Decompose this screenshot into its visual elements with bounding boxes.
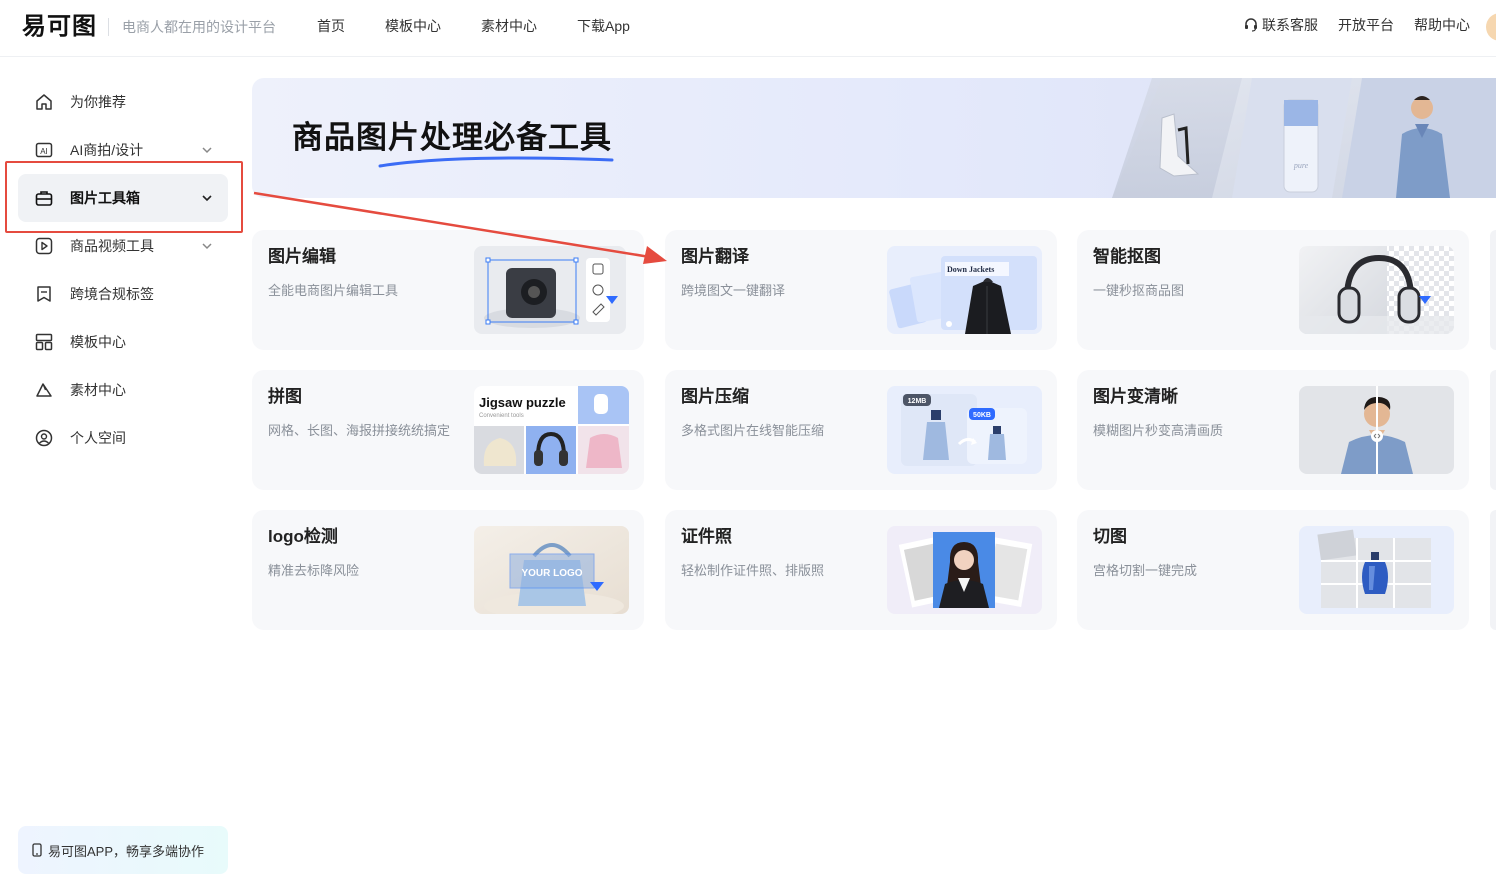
tool-card-image-edit[interactable]: 图片编辑 全能电商图片编辑工具 (252, 230, 644, 350)
headset-icon (1245, 18, 1257, 32)
tool-card-thumbnail (1299, 246, 1454, 334)
sidebar-item-personal-space[interactable]: 个人空间 (18, 414, 228, 462)
tool-card-thumbnail (1299, 386, 1454, 474)
contact-service-label: 联系客服 (1262, 17, 1318, 33)
tool-card-smart-cutout[interactable]: 智能抠图 一键秒抠商品图 (1077, 230, 1469, 350)
sidebar-item-label: 模板中心 (70, 334, 126, 350)
app-promo-label: 易可图APP，畅享多端协作 (48, 843, 205, 859)
logo[interactable]: 易可图 (22, 12, 97, 42)
thumb-text: Jigsaw puzzle (479, 395, 566, 410)
sidebar-item-image-toolbox[interactable]: 图片工具箱 (18, 174, 228, 222)
contact-service-link[interactable]: 联系客服 (1244, 16, 1318, 34)
tool-card-title: 图片变清晰 (1093, 387, 1178, 406)
sidebar-item-compliance-label[interactable]: 跨境合规标签 (18, 270, 228, 318)
tool-card-title: 图片编辑 (268, 247, 336, 266)
tool-card-logo-detect[interactable]: logo检测 精准去标降风险 YOUR LOGO (252, 510, 644, 630)
logo-divider (108, 18, 109, 36)
sidebar-item-label: 个人空间 (70, 430, 126, 446)
thumb-text: YOUR LOGO (521, 568, 582, 579)
sidebar-item-templates[interactable]: 模板中心 (18, 318, 228, 366)
top-bar: 易可图 电商人都在用的设计平台 首页 模板中心 素材中心 下载App 联系客服 … (0, 0, 1496, 57)
tool-card-edge (1490, 230, 1496, 350)
slogan: 电商人都在用的设计平台 (122, 19, 276, 35)
tool-card-thumbnail: Jigsaw puzzle Convenient tools (474, 386, 629, 474)
tool-card-thumbnail: YOUR LOGO (474, 526, 629, 614)
sidebar-item-label: 图片工具箱 (70, 190, 140, 206)
sidebar-item-label: 素材中心 (70, 382, 126, 398)
template-icon (34, 332, 54, 352)
label-icon (34, 284, 54, 304)
tool-card-enhance[interactable]: 图片变清晰 模糊图片秒变高清画质 (1077, 370, 1469, 490)
tool-card-edge (1490, 370, 1496, 490)
sidebar-item-label: AI商拍/设计 (70, 142, 144, 158)
nav-materials[interactable]: 素材中心 (481, 16, 537, 36)
thumb-subtext: 50KB (973, 412, 991, 419)
material-icon (34, 380, 54, 400)
top-right-links: 联系客服 开放平台 帮助中心 (1244, 16, 1470, 34)
tool-card-title: 图片压缩 (681, 387, 749, 406)
tool-card-desc: 跨境图文一键翻译 (681, 283, 786, 298)
chevron-down-icon (202, 195, 212, 202)
tool-card-desc: 轻松制作证件照、排版照 (681, 563, 825, 578)
app-promo-button[interactable]: 易可图APP，畅享多端协作 (18, 826, 228, 874)
tool-card-desc: 网格、长图、海报拼接统统搞定 (268, 423, 451, 438)
nav-download-app[interactable]: 下载App (577, 16, 630, 36)
tool-card-title: 智能抠图 (1093, 247, 1161, 266)
home-icon (34, 92, 54, 112)
tool-card-image-compress[interactable]: 图片压缩 多格式图片在线智能压缩 12MB 50KB (665, 370, 1057, 490)
banner-underline-swoosh (378, 156, 614, 168)
tool-card-title: 切图 (1093, 527, 1127, 546)
phone-icon (32, 843, 42, 857)
chevron-down-icon (202, 243, 212, 250)
tools-banner: 商品图片处理必备工具 pure (252, 78, 1496, 198)
user-icon (34, 428, 54, 448)
tool-card-thumbnail (1299, 526, 1454, 614)
tool-card-slice[interactable]: 切图 宫格切割一键完成 (1077, 510, 1469, 630)
tool-card-desc: 一键秒抠商品图 (1093, 283, 1185, 298)
tool-card-id-photo[interactable]: 证件照 轻松制作证件照、排版照 (665, 510, 1057, 630)
tool-card-jigsaw[interactable]: 拼图 网格、长图、海报拼接统统搞定 Jigsaw puzzle Convenie… (252, 370, 644, 490)
tool-card-thumbnail (887, 526, 1042, 614)
avatar[interactable] (1486, 13, 1496, 41)
thumb-subtext: Convenient tools (479, 413, 524, 419)
nav-home[interactable]: 首页 (317, 16, 345, 36)
tool-card-title: logo检测 (268, 527, 338, 546)
open-platform-link[interactable]: 开放平台 (1338, 16, 1394, 34)
sidebar-item-label: 跨境合规标签 (70, 286, 154, 302)
tool-card-thumbnail (474, 246, 626, 334)
tool-card-thumbnail: Down Jackets (887, 246, 1042, 334)
tool-card-title: 拼图 (268, 387, 302, 406)
main-nav: 首页 模板中心 素材中心 下载App (317, 16, 630, 36)
tool-card-desc: 精准去标降风险 (268, 563, 360, 578)
sidebar-item-recommend[interactable]: 为你推荐 (18, 78, 228, 126)
tool-card-desc: 宫格切割一键完成 (1093, 563, 1198, 578)
tool-card-edge (1490, 510, 1496, 630)
sidebar-item-materials[interactable]: 素材中心 (18, 366, 228, 414)
ai-icon: AI (34, 140, 54, 160)
sidebar-item-label: 为你推荐 (70, 94, 126, 110)
tool-card-image-translate[interactable]: 图片翻译 跨境图文一键翻译 Down Jackets (665, 230, 1057, 350)
help-center-link[interactable]: 帮助中心 (1414, 16, 1470, 34)
sidebar: 为你推荐 AI AI商拍/设计 图片工具箱 商品视频工具 跨境合规标签 模板中心… (0, 57, 240, 891)
tool-card-desc: 模糊图片秒变高清画质 (1093, 423, 1224, 438)
tool-card-title: 证件照 (681, 527, 732, 546)
toolbox-icon (34, 188, 54, 208)
tool-card-thumbnail: 12MB 50KB (887, 386, 1042, 474)
sidebar-item-label: 商品视频工具 (70, 238, 154, 254)
video-icon (34, 236, 54, 256)
sidebar-item-video-tools[interactable]: 商品视频工具 (18, 222, 228, 270)
tool-card-title: 图片翻译 (681, 247, 749, 266)
banner-product-collage: pure (1112, 78, 1496, 198)
sidebar-item-ai[interactable]: AI AI商拍/设计 (18, 126, 228, 174)
tool-card-desc: 多格式图片在线智能压缩 (681, 423, 825, 438)
tool-card-desc: 全能电商图片编辑工具 (268, 283, 399, 298)
thumb-text: 12MB (908, 398, 927, 405)
svg-text:AI: AI (40, 147, 48, 156)
chevron-down-icon (202, 147, 212, 154)
svg-text:pure: pure (1293, 161, 1309, 170)
thumb-text: Down Jackets (947, 265, 994, 274)
nav-templates[interactable]: 模板中心 (385, 16, 441, 36)
